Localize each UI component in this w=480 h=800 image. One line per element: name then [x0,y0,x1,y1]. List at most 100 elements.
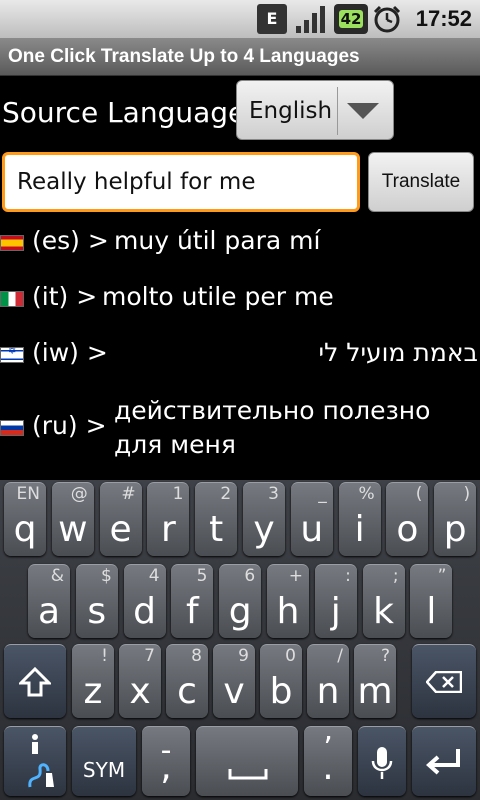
translated-text: molto utile per me [102,282,334,311]
chevron-down-icon [347,103,379,119]
key-n[interactable]: / n [307,644,349,718]
title-bar: One Click Translate Up to 4 Languages [0,38,480,76]
shift-key[interactable] [4,644,66,718]
key-q[interactable]: EN q [4,482,46,556]
key-s[interactable]: $ s [75,564,118,638]
translation-result-ru: (ru) > действительно полезно для меня [0,394,480,464]
network-type-icon: E [257,4,287,34]
space-key[interactable] [196,726,298,796]
key-alt-label: 0 [285,646,296,666]
key-z[interactable]: ! z [72,644,114,718]
key-p[interactable]: ) p [434,482,477,556]
enter-key[interactable] [412,726,476,796]
soft-keyboard: EN q @ w # e 1 r 2 t 3 y _ u% i(o) p & a $ s 4 d 5 f 6 g + h: j; k” l… [0,480,480,800]
key-label: q [13,509,37,550]
translation-result-iw: (iw) > באמת מועיל לי [0,336,480,376]
source-language-dropdown[interactable]: English [236,80,394,140]
key-alt-label: ; [392,566,399,586]
sym-key-label: SYM [82,758,126,782]
swype-gesture-icon [28,763,54,788]
key-alt-label: ” [437,566,447,586]
key-label: f [186,591,199,632]
key-label: l [426,591,437,632]
key-alt-label: EN [16,484,40,504]
key-alt-label: _ [318,484,327,504]
key-label: p [443,509,467,550]
space-bar-icon [228,769,268,780]
key-o[interactable]: (o [386,482,429,556]
key-r[interactable]: 1r [147,482,190,556]
key-label: d [133,591,157,632]
key-x[interactable]: 7x [119,644,161,718]
key-b[interactable]: 0b [260,644,302,718]
key-l[interactable]: ” l [410,564,453,638]
translation-result-es: (es) > muy útil para mí [0,224,480,264]
key-alt-label: 7 [144,646,155,666]
status-bar: E 42 17:52 [0,0,480,38]
microphone-icon [371,747,393,779]
period-key[interactable]: ’ . [304,726,352,796]
key-m[interactable]: ? m [354,644,396,718]
key-g[interactable]: 6g [219,564,262,638]
key-j[interactable]: :j [314,564,357,638]
input-method-key[interactable] [4,726,66,796]
key-label: s [87,591,107,632]
battery-level: 42 [338,10,364,28]
key-k[interactable]: ; k [362,564,405,638]
russia-flag-icon [0,420,24,436]
key-d[interactable]: 4d [123,564,166,638]
key-label: h [276,591,300,632]
israel-flag-icon [0,347,24,363]
source-language-label: Source Language [2,96,246,129]
key-u[interactable]: _ u [290,482,333,556]
key-i[interactable]: % i [338,482,381,556]
key-label: j [330,591,341,632]
key-label: y [253,509,275,550]
key-y[interactable]: 3y [243,482,285,556]
key-w[interactable]: @ w [51,482,94,556]
key-alt-label: @ [70,484,88,504]
key-label: c [177,671,197,712]
key-label: v [223,671,245,712]
key-label: x [129,671,151,712]
key-h[interactable]: + h [267,564,309,638]
key-alt-label: 8 [191,646,202,666]
shift-arrow-icon [19,667,51,697]
selected-language: English [249,98,333,124]
signal-strength-icon [296,6,325,33]
key-label: t [209,509,224,550]
key-alt-label: ! [101,646,108,666]
translated-text: באמת מועיל לי [318,338,478,367]
key-label: r [160,509,176,550]
key-alt-label: % [358,484,375,504]
key-alt-label: 1 [172,484,184,504]
key-f[interactable]: 5f [171,564,214,638]
key-alt-label: 3 [268,484,279,504]
key-alt-label: # [121,484,136,504]
key-e[interactable]: # e [99,482,142,556]
key-alt-label: $ [100,566,112,586]
translate-button[interactable]: Translate [368,152,474,212]
key-t[interactable]: 2t [195,482,238,556]
key-label: z [83,671,103,712]
key-alt-label: 2 [220,484,232,504]
key-label: b [269,671,293,712]
translated-text: muy útil para mí [114,226,321,255]
comma-key-label: , [160,747,172,788]
backspace-key[interactable] [412,644,476,718]
text-to-translate-input[interactable] [2,152,360,212]
comma-key[interactable]: - , [142,726,190,796]
key-alt-label: ? [380,646,390,666]
key-alt-label: 4 [148,566,160,586]
key-label: i [354,509,365,550]
key-alt-label: ) [463,484,471,504]
key-c[interactable]: 8c [166,644,208,718]
voice-input-key[interactable] [358,726,406,796]
sym-key[interactable]: SYM [72,726,136,796]
spain-flag-icon [0,235,24,251]
clock-time: 17:52 [415,6,472,31]
language-code: (it) > [32,282,98,311]
key-label: a [37,591,61,632]
key-a[interactable]: & a [28,564,70,638]
key-v[interactable]: 9v [213,644,255,718]
